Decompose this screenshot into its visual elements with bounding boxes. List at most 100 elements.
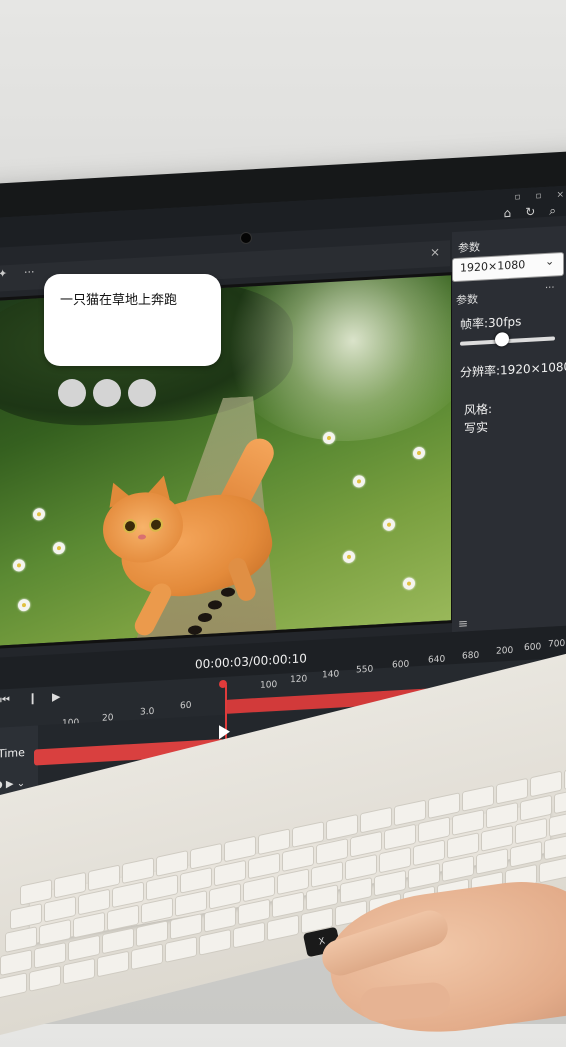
- menu-icon[interactable]: ≡: [458, 616, 468, 631]
- refresh-icon[interactable]: ↻: [525, 204, 549, 219]
- flower: [403, 577, 415, 590]
- skip-back-icon[interactable]: ⏮: [0, 693, 10, 708]
- params-more-button[interactable]: ···: [545, 282, 555, 294]
- keyboard-key[interactable]: [413, 839, 445, 867]
- home-icon[interactable]: ⌂: [504, 205, 526, 220]
- keyboard-key[interactable]: [233, 921, 265, 949]
- keyboard-key[interactable]: [515, 817, 547, 845]
- more-menu-button[interactable]: ···: [24, 266, 35, 280]
- keyboard-key[interactable]: [549, 810, 566, 838]
- keyboard-key[interactable]: [520, 794, 552, 822]
- ruler-tick: 640: [428, 654, 446, 666]
- keyboard-key[interactable]: [5, 926, 37, 953]
- keyboard-key[interactable]: [272, 891, 304, 919]
- keyboard-key[interactable]: [63, 957, 95, 985]
- keyboard-key[interactable]: [180, 866, 212, 894]
- keyboard-key[interactable]: [39, 918, 71, 946]
- keyboard-key[interactable]: [282, 845, 314, 873]
- params-section-title: 参数: [456, 292, 478, 307]
- keyboard-key[interactable]: [248, 852, 280, 880]
- keyboard-key[interactable]: [408, 862, 440, 890]
- keyboard-key[interactable]: [277, 868, 309, 896]
- style-value[interactable]: 写实: [464, 418, 488, 436]
- keyboard-key[interactable]: [418, 816, 450, 844]
- webcam: [240, 232, 252, 244]
- keyboard-key[interactable]: [102, 927, 134, 955]
- ruler-tick: 100: [260, 679, 278, 691]
- flower: [343, 550, 355, 564]
- close-preview-button[interactable]: ×: [430, 245, 440, 260]
- keyboard-key[interactable]: [311, 861, 343, 888]
- keyboard-key[interactable]: [107, 904, 139, 932]
- keyboard-key[interactable]: [539, 856, 566, 884]
- ruler-tick: 60: [180, 700, 192, 712]
- keyboard-key[interactable]: [73, 911, 105, 939]
- keyboard-key[interactable]: [486, 801, 518, 829]
- keyboard-key[interactable]: [68, 934, 100, 962]
- search-icon[interactable]: ⌕: [549, 203, 566, 218]
- keyboard-key[interactable]: [316, 838, 348, 865]
- keyboard-key[interactable]: [136, 920, 168, 948]
- keyboard-key[interactable]: [442, 855, 474, 883]
- toolbar-icon-group[interactable]: ⌂↻⌕: [504, 203, 566, 222]
- keyboard-key[interactable]: [452, 809, 484, 836]
- ruler-tick: 680: [462, 650, 480, 662]
- flower: [53, 541, 65, 555]
- keyboard-key[interactable]: [481, 824, 513, 852]
- ruler-tick: 550: [356, 664, 374, 676]
- keyboard-key[interactable]: [165, 936, 197, 963]
- keyboard-key[interactable]: [10, 903, 42, 930]
- keyboard-key[interactable]: [238, 898, 270, 926]
- keyboard-key[interactable]: [214, 859, 246, 887]
- prompt-bubble: [44, 274, 221, 366]
- flower: [383, 518, 395, 532]
- keyboard-key[interactable]: [0, 972, 27, 1000]
- keyboard-key[interactable]: [544, 833, 566, 861]
- ruler-tick: 600: [392, 659, 410, 671]
- keyboard-key[interactable]: [97, 950, 129, 978]
- pause-icon[interactable]: ❙: [28, 691, 37, 705]
- keyboard-key[interactable]: [345, 853, 377, 881]
- flower: [413, 446, 425, 460]
- keyboard-key[interactable]: [0, 949, 32, 976]
- keyboard-key[interactable]: [131, 943, 163, 971]
- ruler-tick: 700: [548, 638, 566, 650]
- track-label-time: Time: [0, 746, 25, 761]
- prompt-text: 一只猫在草地上奔跑: [60, 293, 178, 308]
- keyboard-key[interactable]: [379, 846, 411, 874]
- keyboard-key[interactable]: [384, 823, 416, 851]
- keyboard-key[interactable]: [44, 895, 76, 923]
- keyboard-key[interactable]: [170, 913, 202, 940]
- keyboard-key[interactable]: [374, 869, 406, 897]
- keyboard-key[interactable]: [78, 888, 110, 916]
- keyboard-key[interactable]: [350, 830, 382, 858]
- ruler-tick: 600: [524, 642, 542, 654]
- keyboard-key[interactable]: [29, 965, 61, 992]
- keyboard-key[interactable]: [199, 928, 231, 956]
- keyboard-key[interactable]: [141, 897, 173, 925]
- flower: [33, 507, 45, 521]
- ruler-tick: 200: [496, 645, 514, 657]
- keyboard-key[interactable]: [175, 890, 207, 917]
- keyboard-key[interactable]: [306, 884, 338, 911]
- ruler-tick: 140: [322, 669, 340, 681]
- keyboard-key[interactable]: [204, 905, 236, 933]
- typing-dot: [58, 379, 86, 407]
- chevron-down-icon[interactable]: ⌄: [545, 254, 554, 268]
- ruler-tick: 3.0: [140, 706, 155, 718]
- keyboard-key[interactable]: [510, 840, 542, 868]
- play-icon[interactable]: ▶: [52, 690, 60, 703]
- keyboard-key[interactable]: [146, 874, 178, 901]
- keyboard-key[interactable]: [340, 876, 372, 904]
- keyboard-key[interactable]: [243, 875, 275, 903]
- keyboard-key[interactable]: [476, 848, 508, 875]
- style-label: 风格:: [464, 401, 493, 418]
- keyboard-key[interactable]: [447, 832, 479, 859]
- keyboard-key[interactable]: [267, 914, 299, 942]
- keyboard-key[interactable]: [34, 941, 66, 969]
- flower: [353, 475, 365, 488]
- keyboard-key[interactable]: [209, 882, 241, 910]
- flower: [18, 598, 30, 612]
- keyboard-key[interactable]: [112, 881, 144, 909]
- magic-tool-icon[interactable]: ✦: [0, 267, 7, 281]
